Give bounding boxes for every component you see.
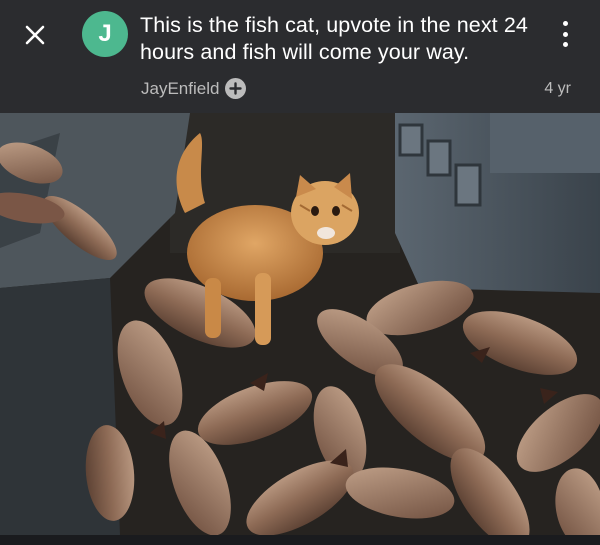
more-options-button[interactable] (554, 18, 576, 50)
close-button[interactable] (18, 18, 52, 52)
author-link[interactable]: JayEnfield (141, 78, 247, 99)
bottom-strip (0, 535, 600, 545)
post-title: This is the fish cat, upvote in the next… (140, 13, 528, 64)
post-image[interactable] (0, 113, 600, 535)
avatar-letter: J (98, 20, 112, 47)
post-header: J This is the fish cat, upvote in the ne… (0, 0, 600, 113)
close-icon (25, 25, 45, 45)
post-age: 4 yr (544, 80, 571, 97)
author-name: JayEnfield (141, 78, 220, 98)
cat-on-fish-photo (0, 113, 600, 535)
plus-circle-icon[interactable] (225, 78, 247, 99)
more-vertical-icon (562, 21, 568, 26)
avatar[interactable]: J (82, 11, 128, 57)
